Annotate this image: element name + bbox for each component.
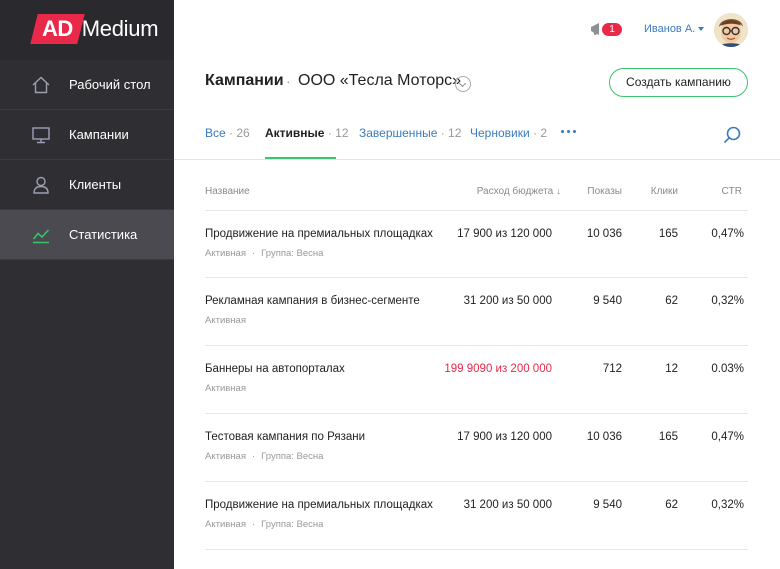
sidebar-item-label: Статистика — [69, 227, 138, 242]
tab-label: Завершенные — [359, 126, 438, 140]
campaign-meta: Активная · Группа: Весна — [205, 451, 324, 462]
campaign-budget-overspent: 199 9090 из 200 000 — [444, 363, 552, 375]
campaign-meta: Активная — [205, 383, 246, 394]
campaign-ctr: 0.03% — [711, 363, 744, 375]
campaign-budget: 31 200 из 50 000 — [463, 499, 552, 511]
campaign-clicks: 62 — [665, 499, 678, 511]
campaign-clicks: 12 — [665, 363, 678, 375]
campaign-ctr: 0,32% — [711, 499, 744, 511]
campaign-ctr: 0,47% — [711, 228, 744, 240]
brand-logo-ad: AD — [34, 14, 81, 44]
campaign-meta: Активная — [205, 315, 246, 326]
campaign-group: Группа: Весна — [261, 451, 324, 462]
table-row[interactable]: Продвижение на премиальных площадках Акт… — [205, 210, 748, 278]
column-header-budget[interactable]: Расход бюджета ↓ — [477, 186, 561, 197]
page-title: Кампании — [205, 72, 284, 89]
sidebar: ADMedium Рабочий стол Кампании Клиенты — [0, 0, 174, 569]
brand-logo[interactable]: AD Medium — [34, 14, 159, 44]
title-separator: · — [286, 73, 291, 89]
campaign-meta: Активная · Группа: Весна — [205, 248, 324, 259]
campaign-shows: 10 036 — [586, 228, 622, 240]
avatar[interactable] — [714, 13, 748, 47]
campaign-meta: Активная · Группа: Весна — [205, 519, 324, 530]
sidebar-item-label: Кампании — [69, 127, 129, 142]
notifications-button[interactable]: 1 — [590, 20, 624, 38]
brand-logo-medium: Medium — [81, 16, 159, 41]
sidebar-nav: Рабочий стол Кампании Клиенты Статистика — [0, 60, 174, 260]
campaign-name[interactable]: Баннеры на автопорталах — [205, 363, 345, 375]
monitor-icon — [30, 124, 52, 146]
campaign-name[interactable]: Рекламная кампания в бизнес-сегменте — [205, 295, 420, 307]
campaign-name[interactable]: Тестовая кампания по Рязани — [205, 431, 365, 443]
campaign-shows: 9 540 — [593, 499, 622, 511]
campaign-status: Активная — [205, 383, 246, 394]
campaign-status: Активная — [205, 315, 246, 326]
sidebar-item-campaigns[interactable]: Кампании — [0, 110, 174, 160]
column-header-ctr[interactable]: CTR — [721, 186, 742, 197]
campaign-clicks: 165 — [658, 228, 678, 240]
topbar: 1 Иванов А. — [174, 0, 780, 60]
user-icon — [30, 174, 52, 196]
table-row[interactable]: Баннеры на автопорталах Активная 199 909… — [205, 346, 748, 414]
campaign-ctr: 0,32% — [711, 295, 744, 307]
create-campaign-button[interactable]: Создать кампанию — [609, 68, 748, 97]
column-header-shows[interactable]: Показы — [587, 186, 622, 197]
sidebar-item-statistics[interactable]: Статистика — [0, 210, 174, 260]
campaign-status: Активная — [205, 248, 246, 259]
campaign-shows: 10 036 — [586, 431, 622, 443]
tab-label: Черновики — [470, 126, 530, 140]
more-tabs-icon[interactable] — [561, 130, 576, 133]
sidebar-item-clients[interactable]: Клиенты — [0, 160, 174, 210]
chevron-down-icon[interactable] — [698, 27, 704, 31]
company-name[interactable]: ООО «Тесла Моторс» — [298, 72, 461, 90]
sidebar-item-dashboard[interactable]: Рабочий стол — [0, 60, 174, 110]
search-icon[interactable] — [722, 125, 742, 145]
tab-label: Все — [205, 126, 226, 140]
sidebar-item-label: Клиенты — [69, 177, 122, 192]
tab-active[interactable]: Активные · 12 — [265, 126, 349, 140]
avatar-icon — [714, 13, 748, 47]
table-row[interactable]: Продвижение на премиальных площадках Акт… — [205, 482, 748, 550]
campaign-name[interactable]: Продвижение на премиальных площадках — [205, 228, 433, 240]
table-header: Название Расход бюджета ↓ Показы Клики C… — [205, 186, 748, 198]
campaign-ctr: 0,47% — [711, 431, 744, 443]
tab-count: · 12 — [327, 126, 349, 140]
table-row[interactable]: Рекламная кампания в бизнес-сегменте Акт… — [205, 278, 748, 346]
campaign-shows: 712 — [602, 363, 622, 375]
campaign-budget: 31 200 из 50 000 — [463, 295, 552, 307]
sidebar-item-label: Рабочий стол — [69, 77, 151, 92]
tab-drafts[interactable]: Черновики · 2 — [470, 126, 547, 140]
campaign-budget: 17 900 из 120 000 — [457, 228, 552, 240]
campaign-status: Активная — [205, 451, 246, 462]
campaign-budget: 17 900 из 120 000 — [457, 431, 552, 443]
tab-label: Активные — [265, 126, 325, 140]
chart-line-icon — [30, 224, 52, 246]
home-icon — [30, 74, 52, 96]
campaign-clicks: 62 — [665, 295, 678, 307]
column-header-name[interactable]: Название — [205, 186, 250, 197]
tab-all[interactable]: Все · 26 — [205, 126, 250, 140]
campaign-status: Активная — [205, 519, 246, 530]
campaign-group: Группа: Весна — [261, 248, 324, 259]
campaign-table: Продвижение на премиальных площадках Акт… — [205, 210, 748, 550]
tabs-divider — [174, 159, 780, 160]
company-select-chevron-icon[interactable] — [455, 76, 471, 92]
tab-finished[interactable]: Завершенные · 12 — [359, 126, 461, 140]
tab-count: · 26 — [229, 126, 250, 140]
campaign-shows: 9 540 — [593, 295, 622, 307]
campaign-group: Группа: Весна — [261, 519, 324, 530]
logo-area: AD Medium — [0, 0, 174, 60]
tab-count: · 2 — [533, 126, 548, 140]
column-header-clicks[interactable]: Клики — [651, 186, 678, 197]
campaign-name[interactable]: Продвижение на премиальных площадках — [205, 499, 433, 511]
tab-count: · 12 — [440, 126, 462, 140]
table-row[interactable]: Тестовая кампания по Рязани Активная · Гру… — [205, 414, 748, 482]
notification-count-badge: 1 — [602, 23, 622, 36]
user-name[interactable]: Иванов А. — [644, 23, 695, 35]
campaign-clicks: 165 — [658, 431, 678, 443]
